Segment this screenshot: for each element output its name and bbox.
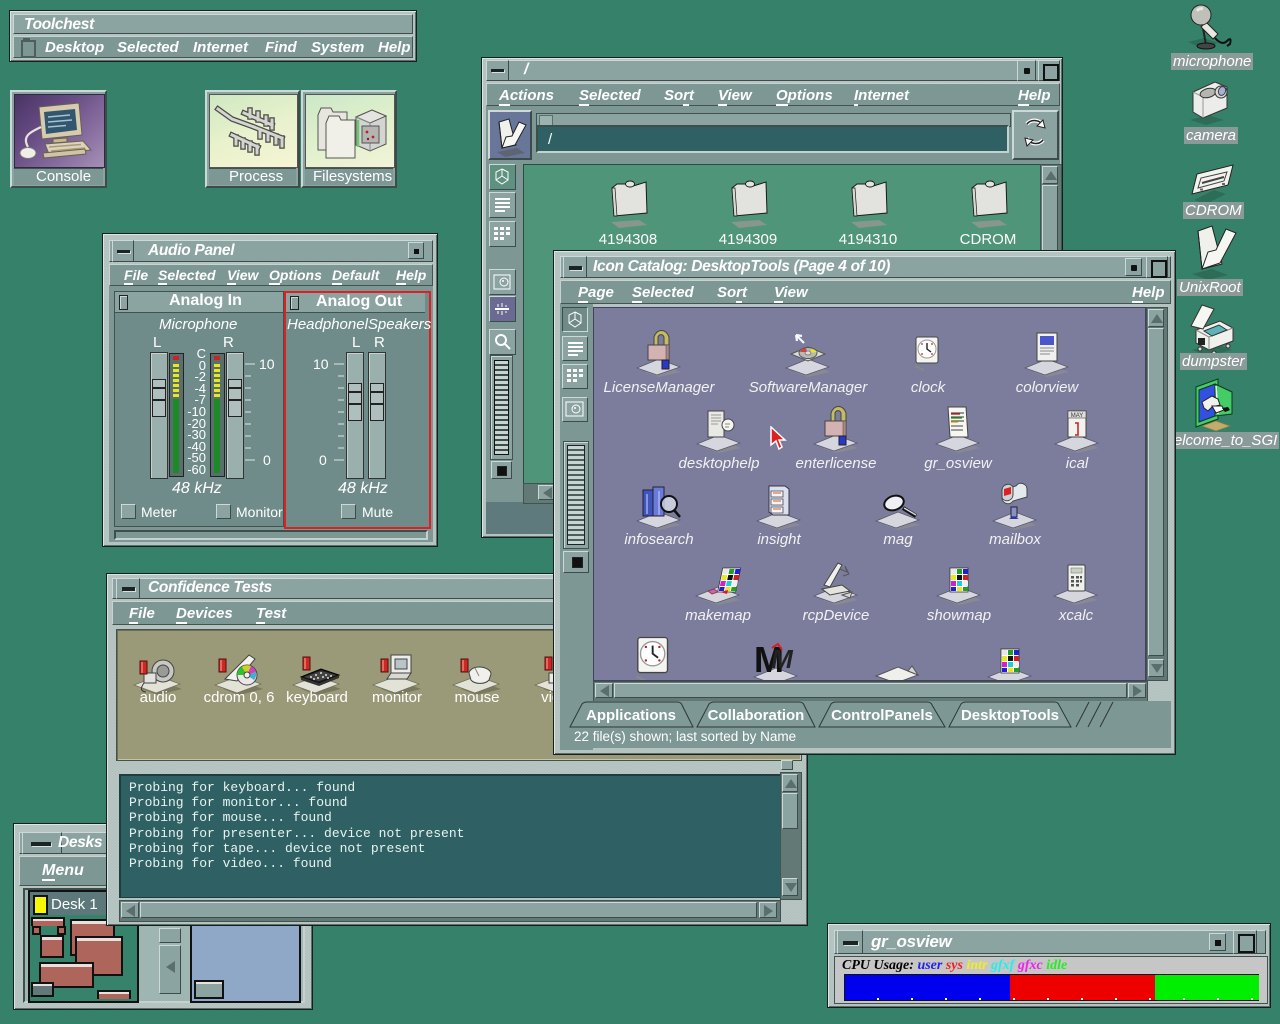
svg-text:ical: ical [1066,455,1089,472]
svg-text:insight: insight [757,531,801,548]
svg-text:mouse: mouse [454,689,499,706]
svg-text:desktophelp: desktophelp [679,455,760,472]
svg-text:keyboard: keyboard [286,689,348,706]
svg-text:mag: mag [883,531,913,548]
svg-text:showmap: showmap [927,607,991,624]
svg-text:CDROM: CDROM [960,231,1017,248]
svg-text:gr_osview: gr_osview [924,455,993,472]
svg-text:makemap: makemap [685,607,751,624]
svg-text:colorview: colorview [1016,379,1080,396]
svg-text:4194308: 4194308 [599,231,657,248]
svg-text:infosearch: infosearch [624,531,693,548]
svg-text:4194309: 4194309 [719,231,777,248]
svg-text:Applications: Applications [586,707,676,724]
svg-text:rcpDevice: rcpDevice [803,607,870,624]
svg-text:xcalc: xcalc [1058,607,1094,624]
svg-text:clock: clock [911,379,947,396]
svg-text:SoftwareManager: SoftwareManager [749,379,868,396]
svg-text:LicenseManager: LicenseManager [604,379,716,396]
svg-text:ControlPanels: ControlPanels [831,707,933,724]
svg-text:DesktopTools: DesktopTools [961,707,1059,724]
svg-text:Collaboration: Collaboration [708,707,805,724]
svg-text:MAY: MAY [1071,413,1084,419]
svg-text:4194310: 4194310 [839,231,897,248]
svg-text:audio: audio [140,689,177,706]
svg-text:mailbox: mailbox [989,531,1041,548]
svg-text:M: M [771,644,794,674]
svg-text:enterlicense: enterlicense [796,455,877,472]
svg-text:monitor: monitor [372,689,422,706]
svg-text:cdrom 0, 6: cdrom 0, 6 [204,689,275,706]
